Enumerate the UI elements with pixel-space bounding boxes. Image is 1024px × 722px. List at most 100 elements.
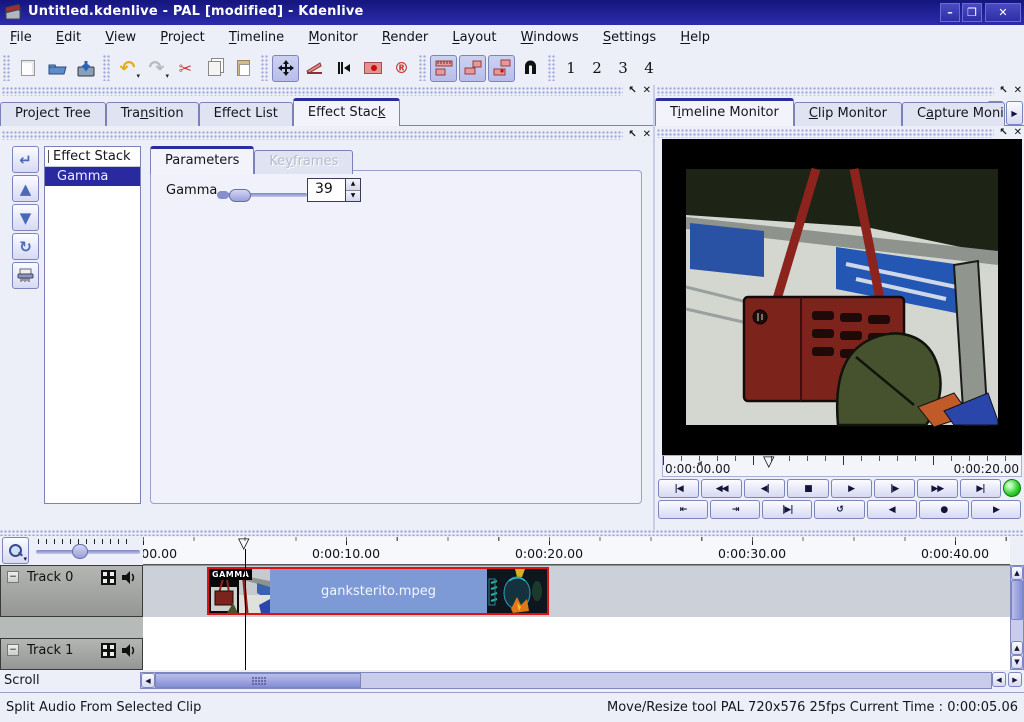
apply-effect-button[interactable]: ↵	[12, 146, 39, 173]
layout-1-button[interactable]: 1	[559, 55, 583, 82]
show-markers-toggle[interactable]	[488, 55, 515, 82]
dock-restore-icon[interactable]: ↖	[999, 127, 1007, 138]
menu-settings[interactable]: Settings	[593, 25, 666, 51]
collapse-track-icon[interactable]: −	[7, 644, 19, 656]
tab-clip-monitor[interactable]: Clip Monitor	[794, 102, 902, 126]
save-button[interactable]	[72, 55, 99, 82]
timeline-handle[interactable]	[0, 530, 1024, 536]
timeline-horizontal-scrollbar[interactable]: ◀	[140, 672, 992, 689]
zoom-slider-handle[interactable]	[72, 544, 88, 559]
timeline-zoom-button[interactable]: ▾	[2, 537, 29, 564]
timeline-clip[interactable]: GAMMA ganksterito.mpeg	[207, 567, 549, 615]
timeline-vertical-scrollbar[interactable]: ▲ ▲ ▼	[1010, 565, 1024, 670]
tab-parameters[interactable]: Parameters	[150, 146, 254, 174]
dock-restore-icon[interactable]: ↖	[999, 85, 1007, 96]
gamma-value[interactable]: 39	[308, 179, 345, 201]
prev-marker-button[interactable]: ⇤	[658, 500, 708, 519]
dock-close-icon[interactable]: ✕	[1014, 85, 1022, 96]
paste-button[interactable]	[230, 55, 257, 82]
open-project-button[interactable]	[43, 55, 70, 82]
tab-timeline-monitor[interactable]: Timeline Monitor	[655, 98, 794, 126]
scroll-down-button[interactable]: ▼	[1011, 655, 1023, 669]
frame-forward-button[interactable]: |▶	[874, 479, 915, 498]
tab-scroll-right-button[interactable]: ▶	[1006, 101, 1023, 125]
new-document-button[interactable]	[14, 55, 41, 82]
play-button[interactable]: ▶	[831, 479, 872, 498]
toolbar-grip[interactable]	[3, 55, 10, 81]
effect-item-gamma[interactable]: Gamma	[45, 167, 140, 186]
timeline-playhead-line[interactable]	[245, 549, 246, 670]
dock-close-icon[interactable]: ✕	[643, 85, 651, 96]
dock-handle[interactable]: ↖✕	[0, 85, 653, 98]
tab-effect-stack[interactable]: Effect Stack	[293, 98, 401, 126]
effect-stack-list[interactable]: Effect Stack Gamma	[44, 146, 141, 504]
track-0-header[interactable]: − Track 0	[0, 565, 143, 617]
tab-capture-monitor[interactable]: Capture Monitor	[902, 102, 1005, 126]
scroll-left-button[interactable]: ◀	[141, 673, 155, 688]
track-1-header[interactable]: − Track 1	[0, 638, 143, 670]
stop-button[interactable]: ■	[787, 479, 828, 498]
fast-forward-button[interactable]: ▶▶	[917, 479, 958, 498]
add-marker-button[interactable]: ●	[919, 500, 969, 519]
slider-handle[interactable]	[229, 189, 251, 202]
record-light[interactable]	[1003, 479, 1021, 497]
track-gap-body[interactable]	[143, 617, 1010, 638]
delete-effect-button[interactable]	[12, 262, 39, 289]
layout-3-button[interactable]: 3	[611, 55, 635, 82]
monitor-playhead-icon[interactable]: ▽	[763, 452, 775, 470]
scroll-left-button-2[interactable]: ◀	[992, 672, 1006, 687]
dock-restore-icon[interactable]: ↖	[628, 129, 636, 140]
tab-transition[interactable]: Transition	[106, 102, 199, 126]
menu-view[interactable]: View	[95, 25, 146, 51]
menu-windows[interactable]: Windows	[511, 25, 589, 51]
layout-4-button[interactable]: 4	[637, 55, 661, 82]
scroll-up-button-2[interactable]: ▲	[1011, 641, 1023, 655]
toolbar-grip[interactable]	[261, 55, 268, 81]
dock-restore-icon[interactable]: ↖	[628, 85, 636, 96]
go-to-start-button[interactable]: |◀	[658, 479, 699, 498]
menu-help[interactable]: Help	[670, 25, 720, 51]
menu-render[interactable]: Render	[372, 25, 438, 51]
loop-section-button[interactable]: ↺	[814, 500, 864, 519]
monitor-ruler[interactable]: 0:00:00.00 0:00:20.00 ◂ ▽	[662, 455, 1022, 477]
menu-edit[interactable]: Edit	[46, 25, 91, 51]
frame-back-button[interactable]: ◀|	[744, 479, 785, 498]
gamma-slider[interactable]	[217, 188, 307, 202]
snap-magnet-button[interactable]	[517, 55, 544, 82]
next-marker-button[interactable]: ⇥	[710, 500, 760, 519]
dock-handle[interactable]: ↖✕	[655, 85, 1024, 98]
spacer-tool-button[interactable]	[330, 55, 357, 82]
undo-button[interactable]: ↶▾	[114, 55, 141, 82]
menu-project[interactable]: Project	[150, 25, 215, 51]
layout-2-button[interactable]: 2	[585, 55, 609, 82]
reset-effect-button[interactable]: ↻	[12, 233, 39, 260]
zoom-slider[interactable]	[36, 550, 140, 554]
menu-timeline[interactable]: Timeline	[219, 25, 294, 51]
title-bar[interactable]: Untitled.kdenlive - PAL [modified] - Kde…	[0, 0, 1024, 25]
move-effect-down-button[interactable]: ▼	[12, 204, 39, 231]
tab-effect-list[interactable]: Effect List	[199, 102, 293, 126]
toolbar-grip[interactable]	[548, 55, 555, 81]
scroll-up-button[interactable]: ▲	[1011, 566, 1023, 580]
dock-handle[interactable]: ↖✕	[0, 129, 653, 142]
razor-tool-button[interactable]	[301, 55, 328, 82]
toolbar-grip[interactable]	[103, 55, 110, 81]
set-outpoint-button[interactable]: ▶	[971, 500, 1021, 519]
marker-button[interactable]	[359, 55, 386, 82]
timeline-playhead-icon[interactable]: ▽	[238, 534, 250, 552]
tab-keyframes[interactable]: Keyframes	[254, 150, 353, 174]
menu-monitor[interactable]: Monitor	[298, 25, 367, 51]
scroll-right-button[interactable]: ▶	[1008, 672, 1022, 687]
cut-button[interactable]: ✂	[172, 55, 199, 82]
gamma-spinbox[interactable]: 39 ▲ ▼	[307, 178, 361, 202]
horizontal-scroll-thumb[interactable]	[155, 673, 361, 688]
play-section-button[interactable]: |▶|	[762, 500, 812, 519]
dock-close-icon[interactable]: ✕	[1014, 127, 1022, 138]
tab-project-tree[interactable]: Project Tree	[0, 102, 106, 126]
timeline-ruler[interactable]: 0:00:00.00 0:00:10.00 0:00:20.00 0:00:30…	[143, 537, 1010, 565]
track-1-body[interactable]	[143, 638, 1010, 670]
spin-up-icon[interactable]: ▲	[346, 179, 360, 191]
vertical-scroll-thumb[interactable]	[1011, 580, 1023, 620]
dock-close-icon[interactable]: ✕	[643, 129, 651, 140]
copy-button[interactable]	[201, 55, 228, 82]
